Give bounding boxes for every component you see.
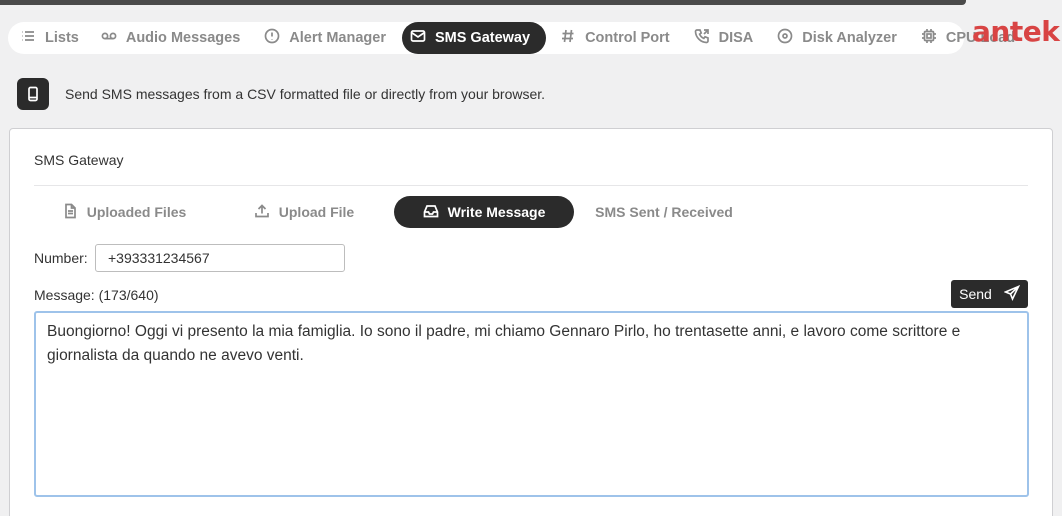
disk-icon bbox=[777, 28, 793, 48]
sms-gateway-card: SMS Gateway Uploaded Files Upload File W… bbox=[9, 128, 1053, 516]
nav-lists[interactable]: Lists bbox=[12, 22, 93, 54]
cpu-icon bbox=[921, 28, 937, 48]
tab-label: SMS Sent / Received bbox=[595, 204, 733, 220]
nav-label: SMS Gateway bbox=[434, 30, 531, 46]
card-title: SMS Gateway bbox=[34, 152, 124, 168]
nav-label: DISA bbox=[718, 30, 754, 46]
send-button[interactable]: Send bbox=[951, 280, 1028, 308]
envelope-icon bbox=[410, 28, 426, 48]
inbox-icon bbox=[423, 203, 439, 222]
send-icon bbox=[1003, 284, 1020, 304]
number-input[interactable] bbox=[95, 244, 345, 272]
brand-logo: antek bbox=[972, 15, 1060, 48]
nav-label: Audio Messages bbox=[125, 30, 241, 46]
tab-uploaded-files[interactable]: Uploaded Files bbox=[34, 196, 214, 228]
tab-label: Upload File bbox=[278, 204, 355, 220]
file-icon bbox=[62, 203, 78, 222]
nav-label: Disk Analyzer bbox=[802, 30, 897, 46]
tab-sms-sent-received[interactable]: SMS Sent / Received bbox=[574, 196, 754, 228]
alert-icon bbox=[264, 28, 280, 48]
phone-device-icon bbox=[17, 78, 49, 110]
upload-icon bbox=[254, 203, 270, 222]
nav-label: Control Port bbox=[585, 30, 670, 46]
nav-audio-messages[interactable]: Audio Messages bbox=[93, 22, 256, 54]
tab-write-message[interactable]: Write Message bbox=[394, 196, 574, 228]
message-label: Message: (173/640) bbox=[34, 287, 159, 303]
tab-bar: Uploaded Files Upload File Write Message… bbox=[34, 196, 754, 228]
voicemail-icon bbox=[101, 28, 117, 48]
send-button-label: Send bbox=[959, 286, 992, 302]
divider bbox=[34, 185, 1028, 186]
nav-label: Lists bbox=[45, 30, 79, 46]
info-banner: Send SMS messages from a CSV formatted f… bbox=[17, 78, 545, 110]
list-icon bbox=[20, 28, 36, 48]
nav-alert-manager[interactable]: Alert Manager bbox=[256, 22, 402, 54]
info-text: Send SMS messages from a CSV formatted f… bbox=[65, 86, 546, 102]
phone-forward-icon bbox=[694, 28, 710, 48]
nav-control-port[interactable]: Control Port bbox=[552, 22, 686, 54]
top-bar bbox=[0, 0, 966, 5]
number-label: Number: bbox=[34, 250, 88, 266]
nav-label: Alert Manager bbox=[289, 30, 386, 46]
nav-disk-analyzer[interactable]: Disk Analyzer bbox=[769, 22, 913, 54]
main-nav: Lists Audio Messages Alert Manager SMS G… bbox=[8, 22, 1015, 54]
nav-sms-gateway[interactable]: SMS Gateway bbox=[401, 22, 547, 54]
tab-label: Write Message bbox=[447, 204, 546, 220]
message-textarea[interactable]: Buongiorno! Oggi vi presento la mia fami… bbox=[34, 311, 1029, 497]
hash-icon bbox=[560, 28, 576, 48]
nav-disa[interactable]: DISA bbox=[686, 22, 770, 54]
tab-label: Uploaded Files bbox=[86, 204, 187, 220]
tab-upload-file[interactable]: Upload File bbox=[214, 196, 394, 228]
